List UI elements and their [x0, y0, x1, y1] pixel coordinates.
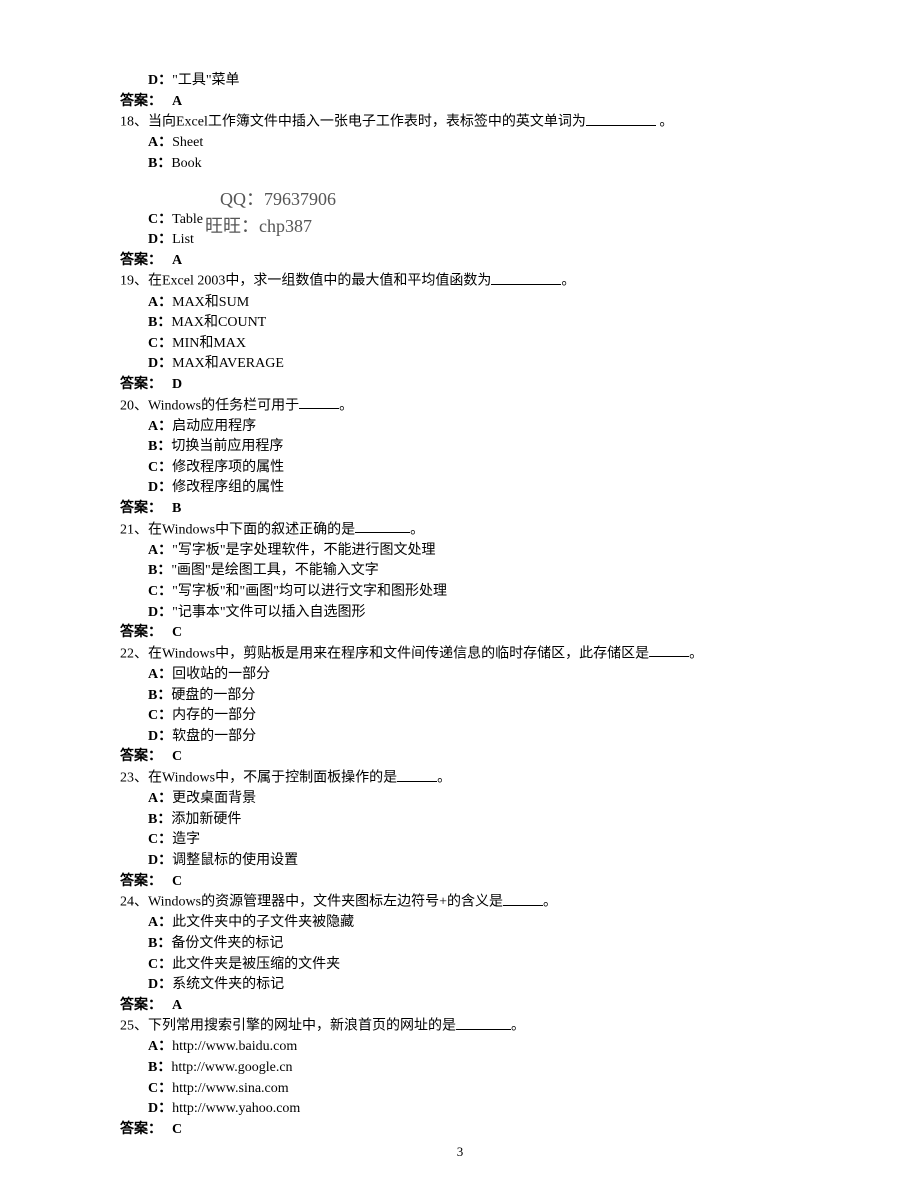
q22-option-b: B：硬盘的一部分 — [120, 686, 800, 706]
q18-after: 。 — [656, 115, 674, 130]
q18-option-b: B：Book — [120, 154, 800, 174]
q24-answer: 答案：A — [120, 996, 800, 1016]
prior-option-d: D："工具"菜单 — [120, 71, 800, 91]
question-20: 20、Windows的任务栏可用于。 — [120, 396, 800, 416]
q25-option-b: B：http://www.google.cn — [120, 1058, 800, 1078]
prior-answer: 答案： A — [120, 92, 800, 112]
question-19: 19、在Excel 2003中，求一组数值中的最大值和平均值函数为。 — [120, 271, 800, 291]
q24-option-c: C：此文件夹是被压缩的文件夹 — [120, 955, 800, 975]
answer-label: 答案： — [120, 94, 162, 109]
q22-option-a: A：回收站的一部分 — [120, 665, 800, 685]
blank — [355, 520, 410, 534]
blank — [649, 644, 689, 658]
q21-option-d: D："记事本"文件可以插入自选图形 — [120, 603, 800, 623]
option-label-d: D： — [148, 73, 172, 88]
q24-option-b: B：备份文件夹的标记 — [120, 934, 800, 954]
question-23: 23、在Windows中，不属于控制面板操作的是。 — [120, 768, 800, 788]
watermark-wangwang: 旺旺：chp387 — [205, 214, 312, 239]
q20-option-a: A：启动应用程序 — [120, 417, 800, 437]
page-number: 3 — [0, 1143, 920, 1161]
q18-answer: 答案：A — [120, 251, 800, 271]
blank — [299, 396, 339, 410]
prior-option-d-text: "工具"菜单 — [172, 73, 239, 88]
q20-option-d: D：修改程序组的属性 — [120, 478, 800, 498]
q24-option-a: A：此文件夹中的子文件夹被隐藏 — [120, 913, 800, 933]
q22-option-d: D：软盘的一部分 — [120, 727, 800, 747]
q22-answer: 答案：C — [120, 747, 800, 767]
q24-option-d: D：系统文件夹的标记 — [120, 975, 800, 995]
question-24: 24、Windows的资源管理器中，文件夹图标左边符号+的含义是。 — [120, 892, 800, 912]
q23-option-c: C：造字 — [120, 830, 800, 850]
q19-option-d: D：MAX和AVERAGE — [120, 354, 800, 374]
q25-answer: 答案：C — [120, 1120, 800, 1140]
question-22: 22、在Windows中，剪贴板是用来在程序和文件间传递信息的临时存储区，此存储… — [120, 644, 800, 664]
question-21: 21、在Windows中下面的叙述正确的是。 — [120, 520, 800, 540]
answer-value: A — [172, 94, 182, 109]
watermark-qq: QQ：79637906 — [220, 187, 336, 212]
q19-option-c: C：MIN和MAX — [120, 334, 800, 354]
q23-option-b: B：添加新硬件 — [120, 810, 800, 830]
q23-option-a: A：更改桌面背景 — [120, 789, 800, 809]
q21-answer: 答案：C — [120, 623, 800, 643]
blank — [586, 112, 656, 126]
q25-option-c: C：http://www.sina.com — [120, 1079, 800, 1099]
q21-option-a: A："写字板"是字处理软件，不能进行图文处理 — [120, 541, 800, 561]
q19-option-b: B：MAX和COUNT — [120, 313, 800, 333]
q19-answer: 答案：D — [120, 375, 800, 395]
q25-option-a: A：http://www.baidu.com — [120, 1037, 800, 1057]
blank — [456, 1016, 511, 1030]
question-18: 18、当向Excel工作簿文件中插入一张电子工作表时，表标签中的英文单词为 。 — [120, 112, 800, 132]
q23-option-d: D：调整鼠标的使用设置 — [120, 851, 800, 871]
q18-option-a: A：Sheet — [120, 133, 800, 153]
q18-text: 当向Excel工作簿文件中插入一张电子工作表时，表标签中的英文单词为 — [148, 115, 586, 130]
question-25: 25、下列常用搜索引擎的网址中，新浪首页的网址的是。 — [120, 1016, 800, 1036]
blank — [503, 892, 543, 906]
q20-option-b: B：切换当前应用程序 — [120, 437, 800, 457]
q22-option-c: C：内存的一部分 — [120, 706, 800, 726]
q19-option-a: A：MAX和SUM — [120, 293, 800, 313]
q21-option-c: C："写字板"和"画图"均可以进行文字和图形处理 — [120, 582, 800, 602]
document-page: D："工具"菜单 答案： A 18、当向Excel工作簿文件中插入一张电子工作表时… — [0, 0, 920, 1191]
blank — [397, 768, 437, 782]
q21-option-b: B："画图"是绘图工具，不能输入文字 — [120, 561, 800, 581]
q20-option-c: C：修改程序项的属性 — [120, 458, 800, 478]
q20-answer: 答案：B — [120, 499, 800, 519]
q18-num: 18、 — [120, 115, 148, 130]
blank — [491, 271, 561, 285]
q25-option-d: D：http://www.yahoo.com — [120, 1099, 800, 1119]
q23-answer: 答案：C — [120, 872, 800, 892]
